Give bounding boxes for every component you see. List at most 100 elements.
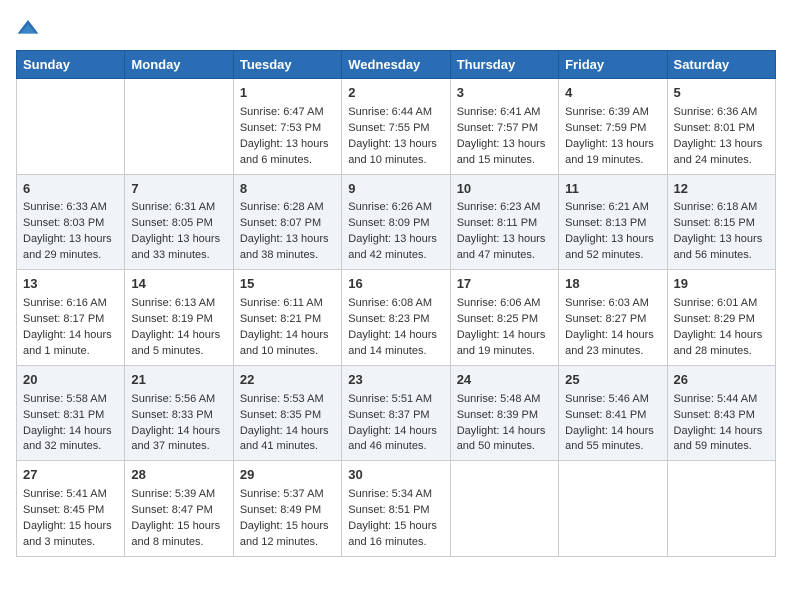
day-number: 13 <box>23 275 118 294</box>
day-info: Sunrise: 6:44 AM <box>348 105 443 121</box>
day-info: Sunset: 8:11 PM <box>457 216 552 232</box>
day-info: Sunset: 8:21 PM <box>240 312 335 328</box>
day-number: 6 <box>23 180 118 199</box>
week-row-2: 6Sunrise: 6:33 AMSunset: 8:03 PMDaylight… <box>17 174 776 270</box>
calendar-cell: 21Sunrise: 5:56 AMSunset: 8:33 PMDayligh… <box>125 365 233 461</box>
calendar-cell: 11Sunrise: 6:21 AMSunset: 8:13 PMDayligh… <box>559 174 667 270</box>
day-number: 5 <box>674 84 769 103</box>
calendar-cell: 3Sunrise: 6:41 AMSunset: 7:57 PMDaylight… <box>450 79 558 175</box>
calendar-cell: 17Sunrise: 6:06 AMSunset: 8:25 PMDayligh… <box>450 270 558 366</box>
day-info: Sunrise: 6:18 AM <box>674 200 769 216</box>
calendar-cell: 13Sunrise: 6:16 AMSunset: 8:17 PMDayligh… <box>17 270 125 366</box>
day-info: Daylight: 14 hours and 28 minutes. <box>674 328 769 360</box>
day-number: 9 <box>348 180 443 199</box>
day-info: Sunset: 8:03 PM <box>23 216 118 232</box>
day-info: Sunset: 8:19 PM <box>131 312 226 328</box>
day-info: Sunrise: 6:13 AM <box>131 296 226 312</box>
day-number: 20 <box>23 371 118 390</box>
day-info: Sunrise: 6:16 AM <box>23 296 118 312</box>
day-info: Daylight: 15 hours and 8 minutes. <box>131 519 226 551</box>
day-info: Daylight: 13 hours and 10 minutes. <box>348 137 443 169</box>
day-info: Daylight: 14 hours and 19 minutes. <box>457 328 552 360</box>
day-number: 10 <box>457 180 552 199</box>
day-number: 1 <box>240 84 335 103</box>
day-number: 14 <box>131 275 226 294</box>
day-info: Daylight: 15 hours and 12 minutes. <box>240 519 335 551</box>
day-info: Sunrise: 5:39 AM <box>131 487 226 503</box>
day-info: Sunset: 7:55 PM <box>348 121 443 137</box>
calendar-cell <box>450 461 558 557</box>
calendar-cell: 5Sunrise: 6:36 AMSunset: 8:01 PMDaylight… <box>667 79 775 175</box>
day-info: Sunset: 8:29 PM <box>674 312 769 328</box>
day-info: Daylight: 14 hours and 37 minutes. <box>131 424 226 456</box>
day-info: Sunset: 8:43 PM <box>674 408 769 424</box>
day-info: Daylight: 14 hours and 46 minutes. <box>348 424 443 456</box>
day-number: 11 <box>565 180 660 199</box>
day-header-thursday: Thursday <box>450 51 558 79</box>
calendar-cell: 19Sunrise: 6:01 AMSunset: 8:29 PMDayligh… <box>667 270 775 366</box>
day-number: 23 <box>348 371 443 390</box>
day-info: Sunrise: 5:46 AM <box>565 392 660 408</box>
calendar-cell: 27Sunrise: 5:41 AMSunset: 8:45 PMDayligh… <box>17 461 125 557</box>
day-number: 12 <box>674 180 769 199</box>
day-info: Sunrise: 6:39 AM <box>565 105 660 121</box>
day-number: 17 <box>457 275 552 294</box>
week-row-5: 27Sunrise: 5:41 AMSunset: 8:45 PMDayligh… <box>17 461 776 557</box>
day-info: Daylight: 13 hours and 52 minutes. <box>565 232 660 264</box>
day-info: Sunrise: 5:56 AM <box>131 392 226 408</box>
day-info: Sunset: 8:05 PM <box>131 216 226 232</box>
day-info: Daylight: 13 hours and 29 minutes. <box>23 232 118 264</box>
day-info: Sunset: 8:37 PM <box>348 408 443 424</box>
day-info: Sunrise: 5:48 AM <box>457 392 552 408</box>
day-info: Daylight: 14 hours and 41 minutes. <box>240 424 335 456</box>
day-header-tuesday: Tuesday <box>233 51 341 79</box>
day-info: Sunset: 8:39 PM <box>457 408 552 424</box>
calendar-cell: 6Sunrise: 6:33 AMSunset: 8:03 PMDaylight… <box>17 174 125 270</box>
calendar-cell: 28 Sunrise: 5:39 AMSunset: 8:47 PMDayligh… <box>125 461 233 557</box>
calendar-cell <box>667 461 775 557</box>
calendar-cell: 9Sunrise: 6:26 AMSunset: 8:09 PMDaylight… <box>342 174 450 270</box>
day-info: Sunrise: 6:28 AM <box>240 200 335 216</box>
day-info: Sunset: 8:27 PM <box>565 312 660 328</box>
day-info: Sunrise: 6:03 AM <box>565 296 660 312</box>
day-number: 3 <box>457 84 552 103</box>
day-info: Daylight: 14 hours and 59 minutes. <box>674 424 769 456</box>
day-info: Sunset: 8:47 PM <box>131 503 226 519</box>
calendar-cell: 23Sunrise: 5:51 AMSunset: 8:37 PMDayligh… <box>342 365 450 461</box>
day-info: Daylight: 13 hours and 19 minutes. <box>565 137 660 169</box>
calendar-cell: 2 Sunrise: 6:44 AMSunset: 7:55 PMDaylight… <box>342 79 450 175</box>
day-info: Sunrise: 6:01 AM <box>674 296 769 312</box>
day-number: 2 <box>348 84 443 103</box>
day-header-monday: Monday <box>125 51 233 79</box>
calendar-cell: 16Sunrise: 6:08 AMSunset: 8:23 PMDayligh… <box>342 270 450 366</box>
calendar-cell: 15Sunrise: 6:11 AMSunset: 8:21 PMDayligh… <box>233 270 341 366</box>
day-number: 28 <box>131 466 226 485</box>
day-info: Daylight: 13 hours and 47 minutes. <box>457 232 552 264</box>
day-number: 16 <box>348 275 443 294</box>
day-info: Sunset: 8:23 PM <box>348 312 443 328</box>
day-info: Sunset: 8:09 PM <box>348 216 443 232</box>
day-info: Sunset: 8:45 PM <box>23 503 118 519</box>
day-header-saturday: Saturday <box>667 51 775 79</box>
day-info: Sunrise: 6:31 AM <box>131 200 226 216</box>
day-info: Sunset: 8:07 PM <box>240 216 335 232</box>
day-number: 15 <box>240 275 335 294</box>
day-info: Sunset: 8:49 PM <box>240 503 335 519</box>
calendar-table: SundayMondayTuesdayWednesdayThursdayFrid… <box>16 50 776 557</box>
header <box>16 16 776 40</box>
calendar-cell: 18Sunrise: 6:03 AMSunset: 8:27 PMDayligh… <box>559 270 667 366</box>
calendar-cell: 25Sunrise: 5:46 AMSunset: 8:41 PMDayligh… <box>559 365 667 461</box>
week-row-3: 13Sunrise: 6:16 AMSunset: 8:17 PMDayligh… <box>17 270 776 366</box>
day-info: Daylight: 14 hours and 1 minute. <box>23 328 118 360</box>
calendar-cell: 10Sunrise: 6:23 AMSunset: 8:11 PMDayligh… <box>450 174 558 270</box>
day-info: Sunrise: 6:11 AM <box>240 296 335 312</box>
day-info: Sunset: 8:25 PM <box>457 312 552 328</box>
day-info: Sunset: 8:33 PM <box>131 408 226 424</box>
day-number: 27 <box>23 466 118 485</box>
calendar-cell: 8Sunrise: 6:28 AMSunset: 8:07 PMDaylight… <box>233 174 341 270</box>
day-info: Daylight: 13 hours and 33 minutes. <box>131 232 226 264</box>
calendar-cell: 7Sunrise: 6:31 AMSunset: 8:05 PMDaylight… <box>125 174 233 270</box>
calendar-cell: 29Sunrise: 5:37 AMSunset: 8:49 PMDayligh… <box>233 461 341 557</box>
day-info: Sunrise: 6:41 AM <box>457 105 552 121</box>
day-info: Daylight: 13 hours and 38 minutes. <box>240 232 335 264</box>
